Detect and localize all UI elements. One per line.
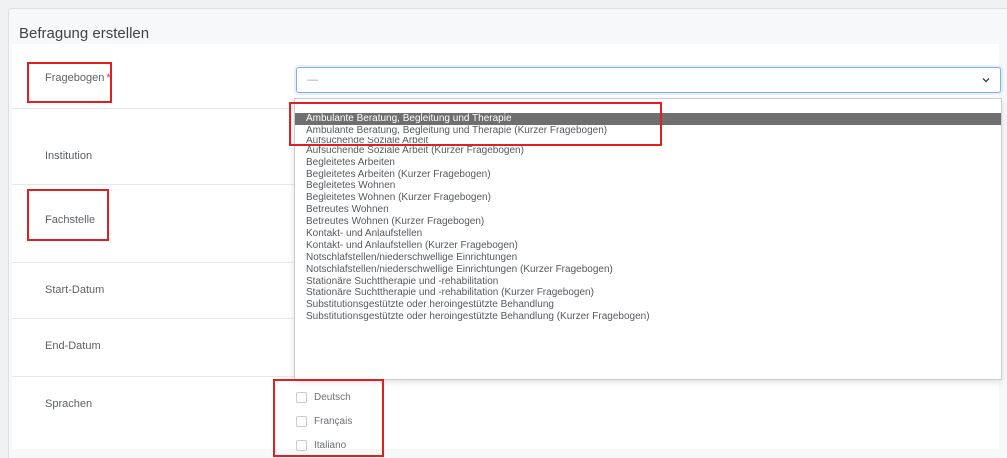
chevron-down-icon	[982, 78, 990, 83]
dropdown-option[interactable]: Begleitetes Wohnen	[295, 180, 1001, 192]
fragebogen-select[interactable]: —	[296, 67, 1001, 93]
dropdown-option[interactable]: Substitutionsgestützte oder heroingestüt…	[295, 311, 1001, 323]
dropdown-option[interactable]: Betreutes Wohnen (Kurzer Fragebogen)	[295, 216, 1001, 228]
dropdown-option[interactable]: Stationäre Suchttherapie und -rehabilita…	[295, 276, 1001, 288]
highlight-box-fachstelle	[27, 189, 109, 241]
end-datum-label: End-Datum	[45, 340, 101, 352]
institution-label: Institution	[45, 150, 93, 162]
dropdown-option[interactable]: Begleitetes Wohnen (Kurzer Fragebogen)	[295, 192, 1001, 204]
highlight-box-fragebogen	[27, 62, 112, 103]
fragebogen-select-value: —	[307, 74, 318, 86]
dropdown-option[interactable]: Kontakt- und Anlaufstellen	[295, 228, 1001, 240]
dropdown-option[interactable]: Betreutes Wohnen	[295, 204, 1001, 216]
row-sprachen: Sprachen	[12, 376, 999, 449]
dropdown-option[interactable]: Kontakt- und Anlaufstellen (Kurzer Frage…	[295, 240, 1001, 252]
dropdown-option[interactable]: Notschlafstellen/niederschwellige Einric…	[295, 252, 1001, 264]
dropdown-option[interactable]: Aufsuchende Soziale Arbeit (Kurzer Frage…	[295, 145, 1001, 157]
dropdown-option[interactable]: Substitutionsgestützte oder heroingestüt…	[295, 299, 1001, 311]
page-title: Befragung erstellen	[19, 25, 150, 42]
dropdown-option[interactable]: Notschlafstellen/niederschwellige Einric…	[295, 264, 1001, 276]
dropdown-option[interactable]: Begleitetes Arbeiten	[295, 157, 1001, 169]
sprachen-label: Sprachen	[45, 398, 93, 410]
dropdown-option[interactable]: Begleitetes Arbeiten (Kurzer Fragebogen)	[295, 169, 1001, 181]
highlight-box-first-options	[289, 102, 662, 146]
highlight-box-languages	[273, 379, 384, 457]
dropdown-option[interactable]: Stationäre Suchttherapie und -rehabilita…	[295, 287, 1001, 299]
start-datum-label: Start-Datum	[45, 284, 105, 296]
